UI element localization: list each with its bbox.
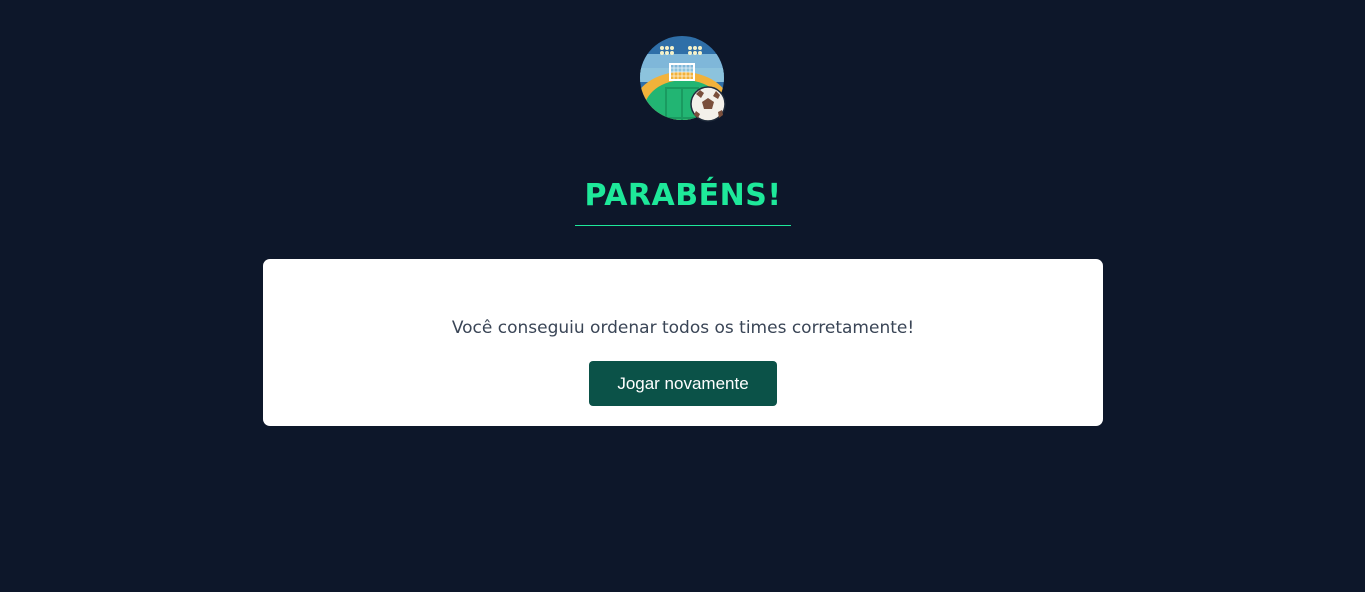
success-message: Você conseguiu ordenar todos os times co… [451,318,915,338]
stadium-soccer-ball-icon [640,36,728,124]
play-again-button[interactable]: Jogar novamente [589,361,777,406]
page-title: PARABÉNS! [575,176,791,227]
result-card: Você conseguiu ordenar todos os times co… [263,259,1103,426]
page: PARABÉNS! Você conseguiu ordenar todos o… [0,0,1365,592]
